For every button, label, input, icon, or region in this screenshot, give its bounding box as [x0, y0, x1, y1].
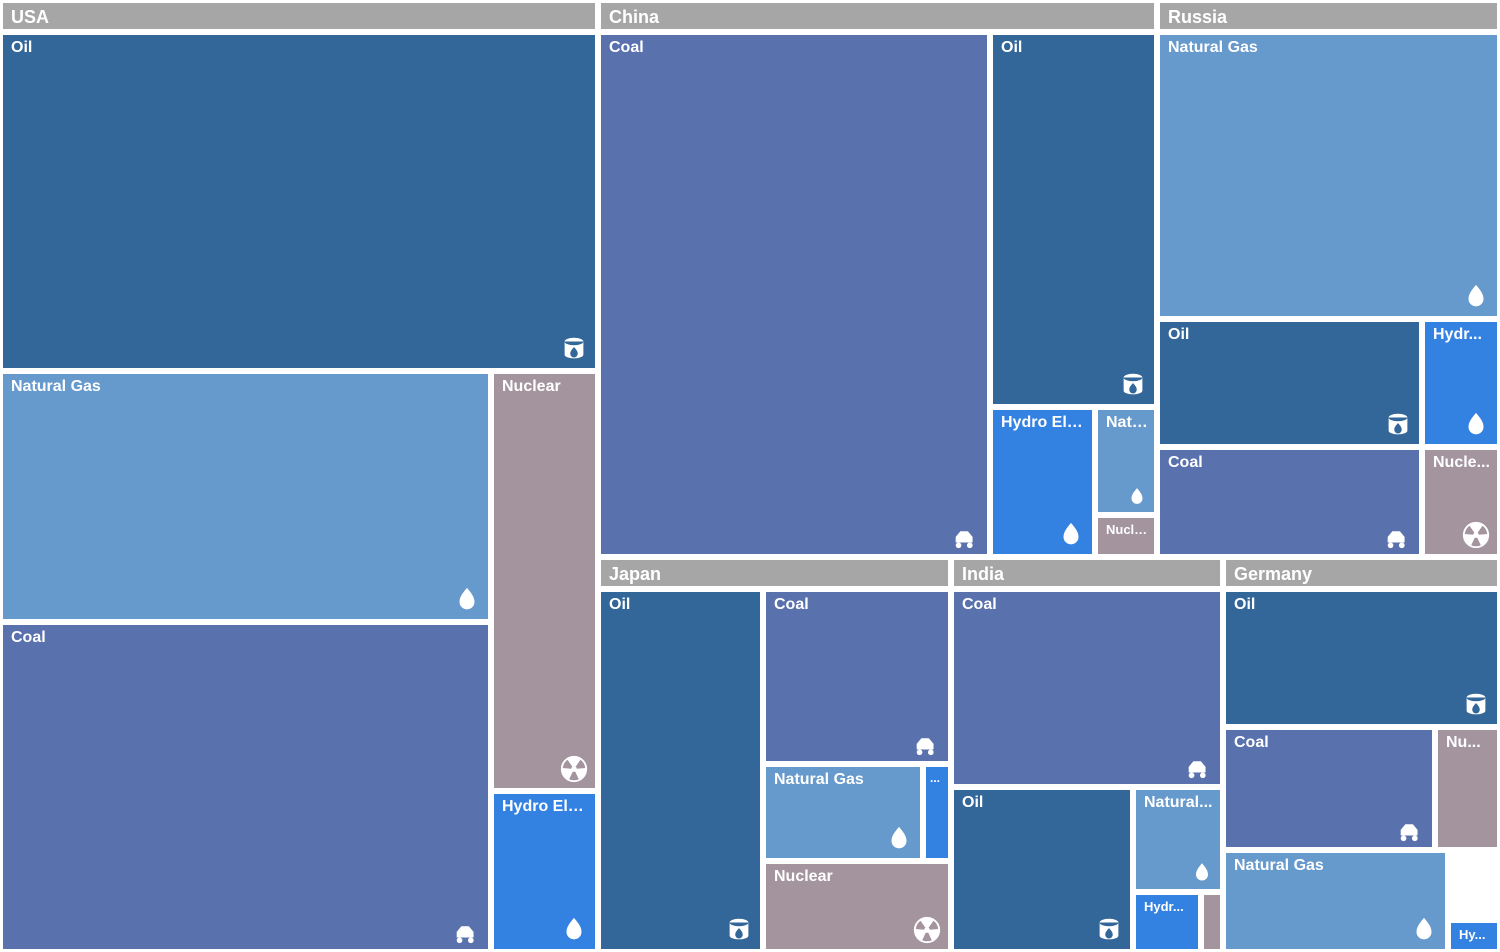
treemap-cell-china-hydro[interactable]: Hydro Electric: [990, 407, 1095, 557]
treemap-cell-india-gas[interactable]: Natural...: [1133, 787, 1223, 892]
coal-icon: [951, 520, 981, 550]
nuclear-icon: [559, 754, 589, 784]
leaf-label: Oil: [11, 39, 591, 57]
country-header-india[interactable]: India: [951, 557, 1223, 589]
treemap-cell-usa-oil[interactable]: Oil: [0, 32, 598, 371]
leaf-label: Coal: [774, 596, 944, 614]
treemap-cell-japan-coal[interactable]: Coal: [763, 589, 951, 764]
treemap-cell-russia-nuclear[interactable]: Nucle...: [1422, 447, 1500, 557]
treemap-cell-russia-oil[interactable]: Oil: [1157, 319, 1422, 447]
leaf-label: Hydr...: [1144, 899, 1194, 914]
nuclear-icon: [912, 915, 942, 945]
oil-icon: [1383, 410, 1413, 440]
leaf-label: Coal: [609, 39, 983, 57]
treemap-cell-russia-hydro[interactable]: Hydr...: [1422, 319, 1500, 447]
hydro-icon: [559, 915, 589, 945]
leaf-label: Nuclear: [502, 378, 591, 396]
leaf-label: Hydro Electric: [1001, 414, 1088, 432]
treemap-cell-china-coal[interactable]: Coal: [598, 32, 990, 557]
leaf-label: ...: [930, 771, 944, 785]
treemap-cell-india-nuclear[interactable]: [1201, 892, 1223, 952]
hydro-icon: [1056, 520, 1086, 550]
leaf-label: Natural Gas: [11, 378, 484, 396]
leaf-label: Coal: [1234, 734, 1428, 752]
leaf-label: Nuclear: [774, 868, 944, 886]
treemap-cell-india-hydro[interactable]: Hydr...: [1133, 892, 1201, 952]
treemap-cell-germany-oil[interactable]: Oil: [1223, 589, 1500, 727]
leaf-label: Oil: [1234, 596, 1493, 614]
country-header-germany[interactable]: Germany: [1223, 557, 1500, 589]
leaf-label: Coal: [1168, 454, 1415, 472]
leaf-label: Nu...: [1446, 734, 1493, 752]
leaf-label: Coal: [11, 629, 484, 647]
treemap-cell-usa-hydro[interactable]: Hydro Electric: [491, 791, 598, 952]
treemap-cell-india-oil[interactable]: Oil: [951, 787, 1133, 952]
leaf-label: Natural Gas: [1234, 857, 1441, 875]
leaf-label: Oil: [962, 794, 1126, 812]
leaf-label: Hydr...: [1433, 326, 1493, 344]
treemap-cell-usa-nuclear[interactable]: Nuclear: [491, 371, 598, 791]
leaf-label: Hydro Electric: [502, 798, 591, 816]
country-header-russia[interactable]: Russia: [1157, 0, 1500, 32]
leaf-label: Natural Gas: [774, 771, 916, 789]
gas-icon: [1461, 282, 1491, 312]
oil-icon: [724, 915, 754, 945]
treemap-cell-germany-coal[interactable]: Coal: [1223, 727, 1435, 850]
leaf-label: Oil: [1001, 39, 1150, 57]
gas-icon: [1190, 861, 1214, 885]
treemap-cell-china-oil[interactable]: Oil: [990, 32, 1157, 407]
treemap-cell-russia-coal[interactable]: Coal: [1157, 447, 1422, 557]
leaf-label: Natur...: [1106, 414, 1150, 432]
leaf-label: Coal: [962, 596, 1216, 614]
coal-icon: [1396, 813, 1426, 843]
coal-icon: [452, 915, 482, 945]
coal-icon: [1184, 750, 1214, 780]
treemap-cell-japan-oil[interactable]: Oil: [598, 589, 763, 952]
treemap-chart: USA Oil Natural Gas Coal Nuclear Hydro E…: [0, 0, 1500, 952]
leaf-label: Natural Gas: [1168, 39, 1493, 57]
country-header-usa[interactable]: USA: [0, 0, 598, 32]
leaf-label: Nuclear: [1106, 522, 1150, 537]
country-header-china[interactable]: China: [598, 0, 1157, 32]
coal-icon: [1383, 520, 1413, 550]
oil-icon: [1461, 690, 1491, 720]
treemap-cell-usa-coal[interactable]: Coal: [0, 622, 491, 952]
nuclear-icon: [1461, 520, 1491, 550]
oil-icon: [559, 334, 589, 364]
leaf-label: Oil: [609, 596, 756, 614]
country-header-japan[interactable]: Japan: [598, 557, 951, 589]
treemap-cell-russia-gas[interactable]: Natural Gas: [1157, 32, 1500, 319]
treemap-cell-japan-nuclear[interactable]: Nuclear: [763, 861, 951, 952]
leaf-label: Nucle...: [1433, 454, 1493, 472]
oil-icon: [1094, 915, 1124, 945]
oil-icon: [1118, 370, 1148, 400]
treemap-cell-japan-gas[interactable]: Natural Gas: [763, 764, 923, 861]
gas-icon: [1126, 486, 1148, 508]
treemap-cell-china-nuclear[interactable]: Nuclear: [1095, 515, 1157, 557]
treemap-cell-germany-hydro[interactable]: Hy...: [1448, 920, 1500, 952]
treemap-cell-japan-hydro[interactable]: ...: [923, 764, 951, 861]
leaf-label: Hy...: [1459, 927, 1493, 942]
gas-icon: [884, 824, 914, 854]
hydro-icon: [1461, 410, 1491, 440]
treemap-cell-india-coal[interactable]: Coal: [951, 589, 1223, 787]
gas-icon: [1409, 915, 1439, 945]
treemap-cell-usa-gas[interactable]: Natural Gas: [0, 371, 491, 622]
leaf-label: Natural...: [1144, 794, 1216, 812]
gas-icon: [452, 585, 482, 615]
treemap-cell-germany-gas[interactable]: Natural Gas: [1223, 850, 1448, 952]
treemap-spacer: [1448, 850, 1500, 920]
leaf-label: Oil: [1168, 326, 1415, 344]
coal-icon: [912, 727, 942, 757]
treemap-cell-germany-nuclear[interactable]: Nu...: [1435, 727, 1500, 850]
treemap-cell-china-gas[interactable]: Natur...: [1095, 407, 1157, 515]
